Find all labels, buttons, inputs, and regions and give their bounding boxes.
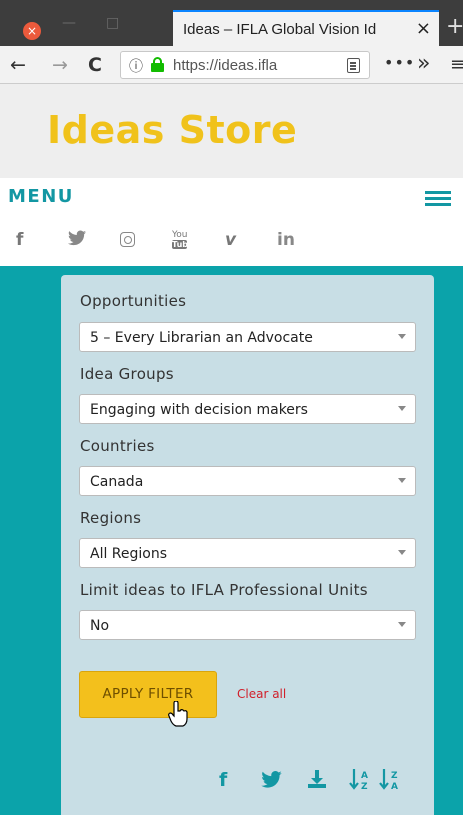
chevron-down-icon bbox=[398, 622, 406, 627]
lock-icon bbox=[151, 57, 164, 73]
window-close-button[interactable]: × bbox=[23, 22, 41, 40]
info-icon[interactable]: ⓘ bbox=[129, 56, 143, 76]
instagram-icon[interactable] bbox=[120, 232, 135, 247]
opportunities-value: 5 – Every Librarian an Advocate bbox=[90, 330, 313, 346]
tab-close-icon[interactable]: × bbox=[416, 18, 431, 39]
hamburger-menu-icon[interactable] bbox=[425, 191, 451, 206]
new-tab-button[interactable]: + bbox=[446, 14, 463, 39]
countries-select[interactable]: Canada bbox=[79, 466, 416, 496]
overflow-chevron-icon[interactable]: » bbox=[417, 51, 430, 76]
twitter-icon[interactable] bbox=[68, 230, 86, 251]
regions-label: Regions bbox=[80, 509, 142, 527]
regions-select[interactable]: All Regions bbox=[79, 538, 416, 568]
chevron-down-icon bbox=[398, 334, 406, 339]
browser-tab-bar: × — □ Ideas – IFLA Global Vision Id × + bbox=[0, 0, 463, 46]
facebook-icon[interactable]: f bbox=[16, 230, 23, 250]
browser-menu-icon[interactable]: ≡ bbox=[450, 54, 463, 75]
clear-all-link[interactable]: Clear all bbox=[237, 687, 286, 701]
professional-units-select[interactable]: No bbox=[79, 610, 416, 640]
countries-label: Countries bbox=[80, 437, 155, 455]
idea-groups-value: Engaging with decision makers bbox=[90, 402, 308, 418]
hand-cursor-icon bbox=[168, 701, 188, 727]
page: × — □ Ideas – IFLA Global Vision Id × + … bbox=[0, 0, 463, 815]
opportunities-label: Opportunities bbox=[80, 292, 187, 310]
vimeo-icon[interactable]: v bbox=[225, 230, 236, 250]
menu-label[interactable]: MENU bbox=[8, 186, 74, 207]
countries-value: Canada bbox=[90, 474, 144, 490]
url-text: https://ideas.ifla bbox=[173, 57, 278, 74]
regions-value: All Regions bbox=[90, 546, 168, 562]
reload-icon[interactable]: C bbox=[88, 54, 102, 76]
idea-groups-select[interactable]: Engaging with decision makers bbox=[79, 394, 416, 424]
svg-text:Z: Z bbox=[361, 782, 368, 792]
browser-tab[interactable]: Ideas – IFLA Global Vision Id × bbox=[173, 10, 439, 46]
svg-text:A: A bbox=[391, 782, 398, 792]
download-icon[interactable] bbox=[307, 769, 327, 794]
opportunities-select[interactable]: 5 – Every Librarian an Advocate bbox=[79, 322, 416, 352]
chevron-down-icon bbox=[398, 478, 406, 483]
professional-units-label: Limit ideas to IFLA Professional Units bbox=[80, 581, 368, 599]
sort-za-icon[interactable]: ZA bbox=[379, 768, 401, 797]
professional-units-value: No bbox=[90, 618, 110, 634]
idea-groups-label: Idea Groups bbox=[80, 365, 174, 383]
reader-view-icon[interactable] bbox=[347, 58, 360, 73]
twitter-share-icon[interactable] bbox=[261, 771, 282, 793]
chevron-down-icon bbox=[398, 550, 406, 555]
back-arrow-icon[interactable]: ← bbox=[10, 54, 26, 76]
forward-arrow-icon[interactable]: → bbox=[52, 54, 68, 76]
linkedin-icon[interactable]: in bbox=[277, 230, 295, 250]
social-links: f You Tube v in bbox=[0, 218, 463, 266]
filter-panel: Opportunities 5 – Every Librarian an Adv… bbox=[61, 275, 434, 815]
page-actions-icon[interactable]: ••• bbox=[384, 53, 415, 72]
youtube-icon[interactable]: You Tube bbox=[172, 231, 193, 249]
facebook-share-icon[interactable]: f bbox=[219, 769, 227, 791]
window-maximize-button[interactable]: □ bbox=[106, 15, 119, 31]
site-logo[interactable]: Ideas Store bbox=[47, 108, 297, 152]
browser-nav-bar: ← → C ⓘ https://ideas.ifla ••• » ≡ bbox=[0, 46, 463, 84]
tab-title: Ideas – IFLA Global Vision Id bbox=[183, 21, 377, 38]
url-bar[interactable]: ⓘ https://ideas.ifla bbox=[120, 51, 370, 79]
svg-text:Z: Z bbox=[391, 771, 398, 781]
apply-filter-button[interactable]: APPLY FILTER bbox=[79, 671, 217, 718]
chevron-down-icon bbox=[398, 406, 406, 411]
svg-text:A: A bbox=[361, 771, 368, 781]
sort-az-icon[interactable]: AZ bbox=[349, 768, 371, 797]
window-minimize-button[interactable]: — bbox=[62, 15, 76, 31]
menu-bar: MENU bbox=[0, 178, 463, 218]
site-header: Ideas Store bbox=[0, 84, 463, 178]
